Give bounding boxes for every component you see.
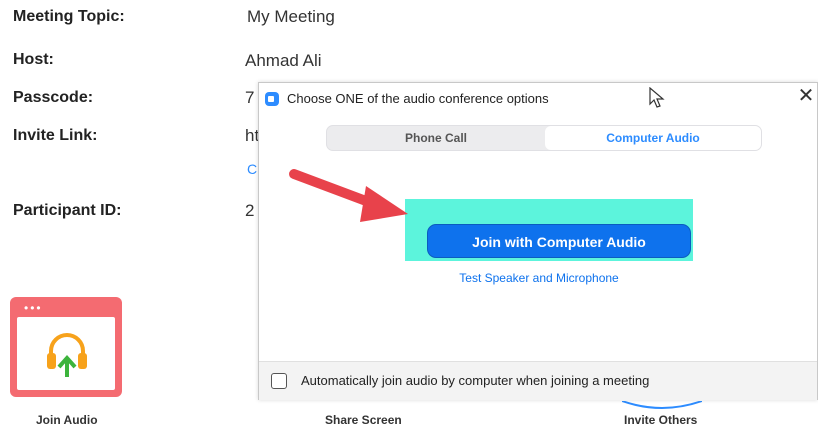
window-dots-icon: •••: [24, 301, 43, 315]
zoom-logo-icon: [265, 92, 279, 106]
upload-arrow-icon: [57, 354, 77, 377]
red-arrow-icon: [289, 169, 408, 222]
invite-others-icon[interactable]: [622, 401, 702, 431]
test-speaker-microphone-link[interactable]: Test Speaker and Microphone: [259, 271, 818, 285]
audio-options-dialog: Choose ONE of the audio conference optio…: [258, 82, 818, 400]
meeting-topic-value: My Meeting: [247, 7, 335, 26]
join-audio-tile-inner: [17, 317, 115, 390]
share-screen-label[interactable]: Share Screen: [325, 413, 402, 427]
headphones-icon: [47, 333, 87, 377]
join-audio-button[interactable]: •••: [10, 297, 122, 397]
mouse-cursor-icon: [649, 87, 665, 108]
join-with-computer-audio-button[interactable]: Join with Computer Audio: [427, 224, 691, 258]
meeting-topic-label: Meeting Topic:: [13, 8, 125, 25]
invite-link-label: Invite Link:: [13, 127, 98, 144]
tab-phone-call[interactable]: Phone Call: [327, 126, 545, 150]
passcode-value: 7: [245, 88, 255, 107]
dialog-footer: Automatically join audio by computer whe…: [259, 361, 817, 400]
passcode-label: Passcode:: [13, 89, 94, 106]
auto-join-checkbox[interactable]: [271, 373, 287, 389]
host-value: Ahmad Ali: [245, 51, 322, 70]
join-audio-label[interactable]: Join Audio: [36, 413, 98, 427]
host-label: Host:: [13, 51, 54, 68]
close-icon[interactable]: ✕: [795, 85, 817, 107]
auto-join-label[interactable]: Automatically join audio by computer whe…: [301, 373, 649, 388]
participant-id-value: 2: [245, 201, 255, 220]
participant-id-label: Participant ID:: [13, 202, 122, 219]
audio-tabs: Phone Call Computer Audio: [326, 125, 762, 151]
copy-link[interactable]: C: [247, 161, 257, 177]
tab-computer-audio[interactable]: Computer Audio: [545, 126, 761, 150]
dialog-title: Choose ONE of the audio conference optio…: [287, 91, 549, 106]
